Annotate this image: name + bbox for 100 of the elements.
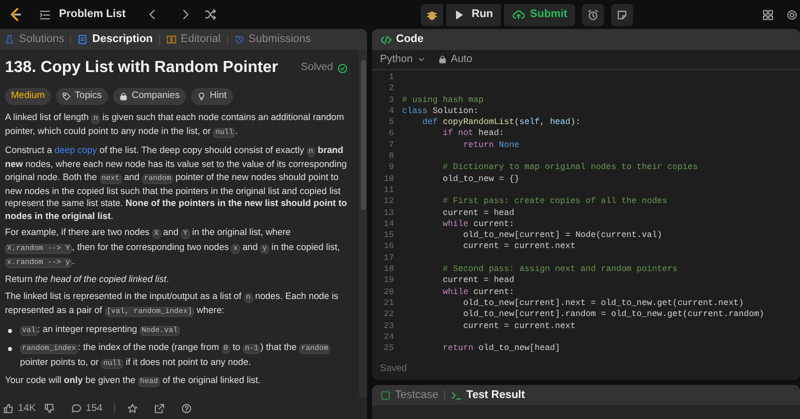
language-dropdown[interactable]: Python (380, 52, 426, 68)
like-button[interactable]: 14K (3, 400, 36, 416)
line-number: 9 (388, 162, 395, 174)
submit-button[interactable]: Submit (504, 4, 576, 26)
lightbulb-icon (196, 92, 206, 101)
code-line: return old_to_new[head] (442, 343, 560, 354)
code-line: old_to_new[current].random = old_to_new.get(current.random) (462, 309, 764, 321)
line-number: 10 (382, 174, 395, 185)
code-line: old_to_new[current] = Node(current.val) (462, 230, 662, 242)
line-number: 8 (388, 151, 395, 162)
speech-bubble-icon (70, 402, 82, 414)
bullet-point (8, 347, 12, 352)
alarm-clock-icon (587, 8, 600, 20)
line-number: 18 (382, 264, 395, 276)
line-number: 7 (388, 140, 395, 152)
tag-button[interactable]: Hint (190, 88, 233, 105)
line-number: 20 (382, 286, 395, 298)
mode-label: Auto (450, 52, 472, 67)
panel-tab[interactable]: Submissions (234, 31, 311, 48)
terminal-icon (451, 390, 462, 400)
panel-title: Code (396, 32, 424, 48)
panel-tab[interactable]: Solutions (4, 31, 64, 48)
line-number: 17 (382, 252, 395, 264)
line-number: 2 (388, 83, 395, 95)
line-number: 11 (382, 184, 395, 196)
line-number: 13 (382, 208, 395, 219)
code-line: while current: (442, 286, 514, 298)
line-number: 23 (382, 320, 395, 332)
code-line: while current: (442, 218, 514, 230)
code-line: if not head: (442, 128, 504, 140)
panel-tab[interactable]: Description (77, 31, 153, 48)
code-icon (380, 34, 392, 46)
tag-button[interactable]: Topics (56, 88, 108, 105)
code-line: # First pass: create copies of all the nodes (442, 196, 668, 208)
line-number: 19 (382, 275, 395, 287)
debug-button[interactable] (420, 4, 443, 26)
code-line: old_to_new = {} (442, 174, 520, 185)
code-line: class Solution: (402, 106, 479, 118)
line-number: 16 (382, 241, 395, 253)
code-line: current = current.next (462, 320, 576, 332)
run-button[interactable]: Run (446, 4, 502, 26)
code-line: current = head (442, 275, 514, 287)
code-line: old_to_new[current].next = old_to_new.get(current.next) (462, 298, 744, 310)
deep-copy-link[interactable]: deep copy (54, 144, 97, 155)
note-icon (616, 8, 628, 20)
difficulty-label: Medium (5, 88, 51, 105)
check-circle-icon (337, 62, 348, 74)
play-icon (454, 10, 464, 20)
chevron-down-icon (416, 55, 426, 64)
panel-tab[interactable]: Test Result (451, 386, 525, 404)
star-icon[interactable] (127, 402, 138, 414)
thumbs-up-icon (3, 402, 14, 414)
code-line: # using hash map (402, 94, 484, 106)
cloud-upload-icon (512, 8, 526, 21)
bullet-point (8, 328, 12, 333)
tag-icon (62, 92, 71, 101)
line-number: 14 (382, 218, 395, 230)
layout-grid-icon[interactable] (762, 8, 774, 20)
code-line: # Dictionary to map original nodes to their copies (442, 162, 698, 174)
line-number: 12 (382, 196, 395, 208)
document-icon (77, 34, 88, 45)
line-number: 25 (382, 343, 395, 354)
help-icon[interactable] (181, 402, 192, 414)
save-status: Saved (380, 362, 407, 376)
checkbox-icon (380, 390, 391, 400)
flask-icon (4, 34, 15, 45)
description-paragraph: Return the head of the copied linked list. (5, 273, 170, 286)
scrollbar[interactable] (359, 50, 367, 397)
tag-button[interactable]: Companies (112, 88, 186, 105)
line-number: 22 (382, 309, 395, 321)
lock-icon (438, 55, 447, 64)
line-number: 4 (388, 106, 395, 118)
code-line: return None (462, 140, 520, 152)
code-line: current = current.next (462, 241, 576, 253)
thumbs-down-icon[interactable] (44, 402, 55, 414)
line-number: 5 (388, 117, 395, 128)
line-number: 6 (388, 128, 395, 140)
panel-tab[interactable]: Editorial (166, 31, 221, 48)
panel-tab[interactable]: Testcase (380, 386, 438, 404)
share-icon[interactable] (154, 402, 166, 414)
solved-status: Solved (300, 60, 333, 76)
note-button[interactable] (611, 4, 634, 26)
lock-icon (118, 92, 128, 101)
book-icon (166, 34, 177, 45)
list-icon (39, 8, 51, 20)
line-number: 3 (388, 94, 395, 106)
code-line: # Second pass: assign next and random pointers (442, 264, 678, 276)
problem-title: 138. Copy List with Random Pointer (5, 58, 278, 78)
comments-button[interactable]: 154 (70, 400, 102, 416)
line-number: 24 (382, 332, 395, 344)
line-number: 21 (382, 298, 395, 310)
shuffle-icon[interactable] (204, 8, 217, 21)
problem-list-button[interactable]: Problem List (39, 6, 126, 23)
code-line: def copyRandomList(self, head): (421, 117, 581, 128)
history-icon (234, 34, 245, 45)
timer-button[interactable] (582, 4, 604, 26)
bug-icon (426, 8, 438, 20)
line-number: 15 (382, 230, 395, 242)
line-number: 1 (388, 72, 395, 84)
code-line: current = head (442, 208, 514, 219)
